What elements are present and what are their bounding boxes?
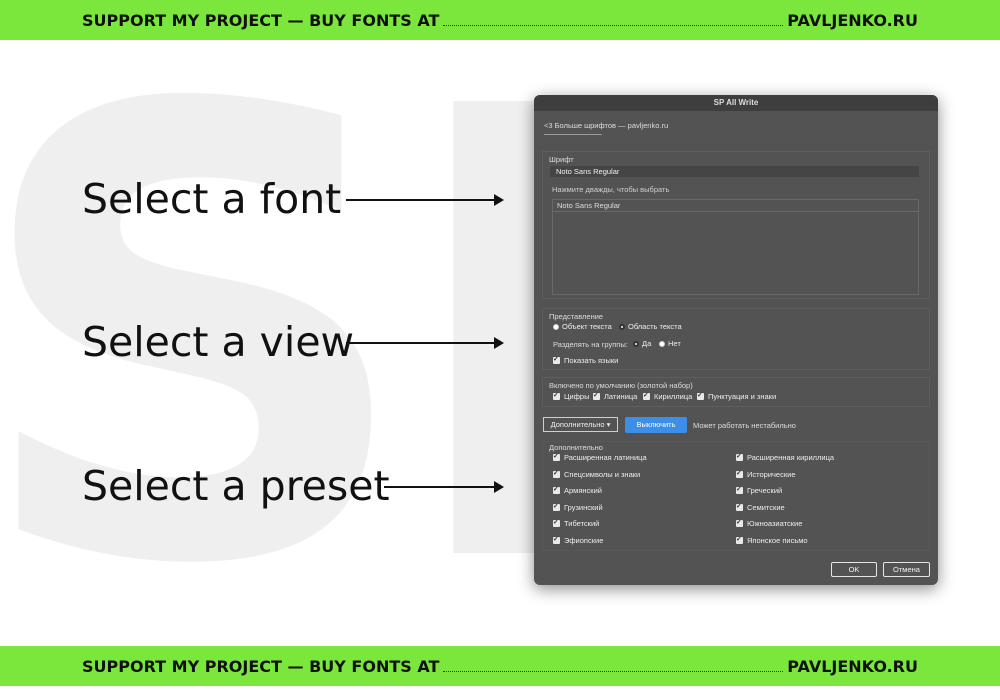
radio-label: Объект текста <box>562 322 612 331</box>
link-underline <box>544 134 602 135</box>
view-section-label: Представление <box>549 312 604 321</box>
checkbox-label: Цифры <box>564 392 590 401</box>
checkbox-label: Кириллица <box>654 392 693 401</box>
arrow-right-icon <box>384 481 504 493</box>
banner-left-text: SUPPORT MY PROJECT — BUY FONTS AT <box>82 656 440 676</box>
font-section-label: Шрифт <box>549 155 574 164</box>
dropdown-label: Дополнительно <box>550 420 605 429</box>
banner-dotted-leader <box>443 661 784 672</box>
checkbox-checked-icon <box>553 391 560 400</box>
checkbox-armenian[interactable]: Армянский <box>553 485 602 495</box>
chevron-down-icon: ▾ <box>606 420 611 429</box>
banner-left-text: SUPPORT MY PROJECT — BUY FONTS AT <box>82 10 440 30</box>
banner-dotted-leader <box>443 15 784 26</box>
checkbox-georgian[interactable]: Грузинский <box>553 502 603 512</box>
callout-select-preset: Select a preset <box>82 462 390 510</box>
checkbox-label: Пунктуация и знаки <box>708 392 777 401</box>
checkbox-checked-icon <box>553 535 560 544</box>
font-list[interactable]: Noto Sans Regular <box>552 199 919 295</box>
radio-selected-icon <box>633 341 639 347</box>
more-fonts-link[interactable]: <3 Больше шрифтов — pavljenko.ru <box>544 121 668 130</box>
checkbox-label: Показать языки <box>564 356 619 365</box>
font-hint: Нажмите дважды, чтобы выбрать <box>552 185 670 194</box>
checkbox-checked-icon <box>736 452 743 461</box>
checkbox-extended-cyrillic[interactable]: Расширенная кириллица <box>736 452 835 462</box>
checkbox-south-asian[interactable]: Южноазиатские <box>736 518 803 528</box>
cancel-button[interactable]: Отмена <box>883 562 930 577</box>
ok-button[interactable]: OK <box>831 562 877 577</box>
checkbox-checked-icon <box>553 518 560 527</box>
checkbox-extended-latin[interactable]: Расширенная латиница <box>553 452 647 462</box>
dialog-title: SP All Write <box>534 95 938 111</box>
radio-label: Да <box>642 339 652 348</box>
checkbox-checked-icon <box>697 391 704 400</box>
checkbox-semitic[interactable]: Семитские <box>736 502 785 512</box>
checkbox-label: Греческий <box>747 486 783 495</box>
checkbox-checked-icon <box>553 502 560 511</box>
list-item[interactable]: Noto Sans Regular <box>553 200 918 212</box>
callout-select-view: Select a view <box>82 318 355 366</box>
checkbox-ethiopic[interactable]: Эфиопские <box>553 535 604 545</box>
checkbox-label: Тибетский <box>564 519 600 528</box>
checkbox-cyrillic[interactable]: Кириллица <box>643 391 693 401</box>
checkbox-digits[interactable]: Цифры <box>553 391 590 401</box>
checkbox-label: Латиница <box>604 392 638 401</box>
checkbox-label: Расширенная кириллица <box>747 453 835 462</box>
default-section-label: Включено по умолчанию (золотой набор) <box>549 381 693 390</box>
checkbox-checked-icon <box>736 502 743 511</box>
checkbox-checked-icon <box>736 518 743 527</box>
checkbox-label: Расширенная латиница <box>564 453 647 462</box>
checkbox-label: Исторические <box>747 470 796 479</box>
sp-all-write-dialog: SP All Write <3 Больше шрифтов — pavljen… <box>534 95 938 585</box>
checkbox-label: Спецсимволы и знаки <box>564 470 641 479</box>
checkbox-checked-icon <box>593 391 600 400</box>
checkbox-checked-icon <box>736 469 743 478</box>
checkbox-punctuation[interactable]: Пунктуация и знаки <box>697 391 777 401</box>
radio-groups-yes[interactable]: Да <box>633 339 651 348</box>
disable-button[interactable]: Выключить <box>625 417 687 433</box>
checkbox-checked-icon <box>736 485 743 494</box>
checkbox-label: Армянский <box>564 486 602 495</box>
checkbox-label: Семитские <box>747 503 785 512</box>
radio-icon <box>553 324 559 330</box>
checkbox-checked-icon <box>553 355 560 364</box>
checkbox-tibetan[interactable]: Тибетский <box>553 518 600 528</box>
bottom-banner: SUPPORT MY PROJECT — BUY FONTS AT PAVLJE… <box>0 646 1000 686</box>
radio-text-area[interactable]: Область текста <box>619 322 682 331</box>
checkbox-checked-icon <box>553 452 560 461</box>
radio-label: Область текста <box>628 322 682 331</box>
callout-select-font: Select a font <box>82 175 342 223</box>
arrow-right-icon <box>346 337 504 349</box>
unstable-warning: Может работать нестабильно <box>693 421 796 430</box>
checkbox-label: Южноазиатские <box>747 519 803 528</box>
banner-right-text[interactable]: PAVLJENKO.RU <box>787 11 918 30</box>
checkbox-checked-icon <box>553 485 560 494</box>
checkbox-checked-icon <box>553 469 560 478</box>
selected-font-field[interactable]: Noto Sans Regular <box>550 166 919 177</box>
checkbox-latin[interactable]: Латиница <box>593 391 638 401</box>
checkbox-label: Японское письмо <box>747 536 808 545</box>
radio-selected-icon <box>619 324 625 330</box>
checkbox-label: Грузинский <box>564 503 603 512</box>
checkbox-show-languages[interactable]: Показать языки <box>553 355 619 365</box>
split-groups-label: Разделять на группы: <box>553 340 628 349</box>
arrow-right-icon <box>346 194 504 206</box>
checkbox-historical[interactable]: Исторические <box>736 469 796 479</box>
radio-groups-no[interactable]: Нет <box>659 339 681 348</box>
checkbox-special-symbols[interactable]: Спецсимволы и знаки <box>553 469 641 479</box>
top-banner: SUPPORT MY PROJECT — BUY FONTS AT PAVLJE… <box>0 0 1000 40</box>
checkbox-checked-icon <box>736 535 743 544</box>
checkbox-checked-icon <box>643 391 650 400</box>
radio-icon <box>659 341 665 347</box>
banner-right-text[interactable]: PAVLJENKO.RU <box>787 657 918 676</box>
radio-text-object[interactable]: Объект текста <box>553 322 612 331</box>
more-dropdown-button[interactable]: Дополнительно ▾ <box>543 417 618 432</box>
radio-label: Нет <box>668 339 681 348</box>
checkbox-japanese[interactable]: Японское письмо <box>736 535 808 545</box>
checkbox-greek[interactable]: Греческий <box>736 485 783 495</box>
checkbox-label: Эфиопские <box>564 536 604 545</box>
